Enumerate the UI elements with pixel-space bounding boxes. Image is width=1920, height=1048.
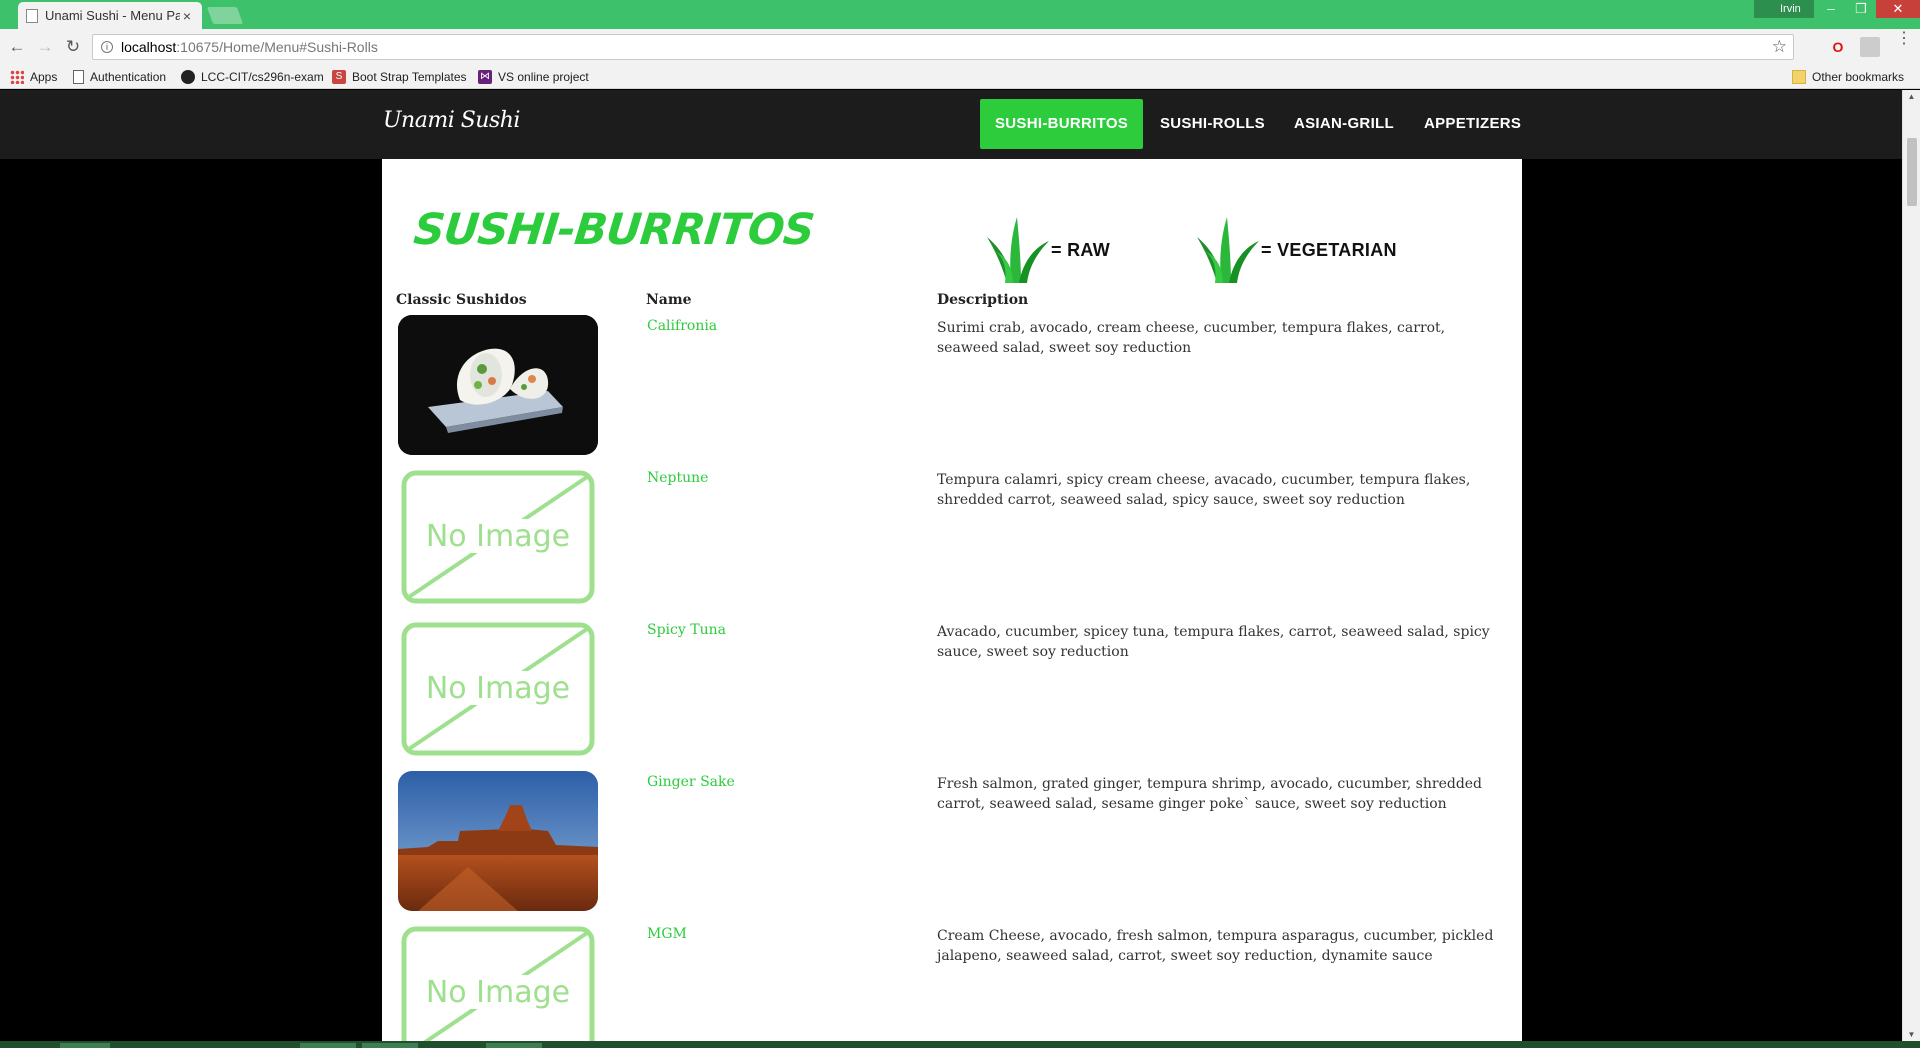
bookmark-label: Authentication	[90, 70, 167, 84]
bookmark-label: Other bookmarks	[1812, 70, 1905, 84]
profile-button[interactable]: Irvin	[1754, 0, 1814, 18]
address-bar[interactable]: i localhost:10675/Home/Menu#Sushi-Rolls …	[92, 34, 1794, 60]
legend-raw: = RAW	[987, 217, 1110, 283]
bookmark-label: Apps	[30, 70, 58, 84]
nav-sushi-burritos[interactable]: SUSHI-BURRITOS	[980, 99, 1144, 149]
scroll-down-icon[interactable]: ▼	[1903, 1030, 1920, 1039]
menu-panel: SUSHI-BURRITOS = RAW = VEGETARIAN Classi…	[382, 159, 1522, 1041]
bookmarks-bar: Apps Authentication LCC-CIT/cs296n-exam …	[0, 65, 1920, 89]
nav-sushi-rolls[interactable]: SUSHI-ROLLS	[1145, 99, 1280, 149]
section-heading: SUSHI-BURRITOS	[411, 205, 817, 255]
menu-item-row: Califronia Surimi crab, avocado, cream c…	[382, 315, 1522, 467]
bookmark-authentication[interactable]: Authentication	[73, 65, 166, 89]
scroll-up-icon[interactable]: ▲	[1903, 92, 1920, 101]
opera-extension-icon[interactable]: O	[1828, 37, 1848, 57]
menu-item-row: No Image Neptune Tempura calamri, spicy …	[382, 467, 1522, 619]
visual-studio-icon: ⋈	[478, 70, 492, 84]
item-description: Avacado, cucumber, spicey tuna, tempura …	[937, 624, 1490, 660]
os-taskbar	[0, 1041, 1920, 1048]
item-description: Tempura calamri, spicy cream cheese, ava…	[937, 472, 1471, 508]
item-name[interactable]: Neptune	[647, 470, 708, 486]
browser-window: { "browser": { "tab_title": "Unami Sushi…	[0, 0, 1920, 1048]
bookmark-star-icon[interactable]: ☆	[1772, 35, 1787, 59]
no-image-placeholder: No Image	[398, 467, 598, 607]
column-header-name: Name	[646, 292, 692, 308]
bookmark-vs-online[interactable]: ⋈ VS online project	[478, 65, 589, 89]
bootstrap-icon: S	[332, 70, 346, 84]
tab-close-icon[interactable]: ×	[180, 8, 194, 24]
browser-toolbar: ← → ↻ i localhost:10675/Home/Menu#Sushi-…	[0, 29, 1920, 65]
title-bar: Unami Sushi - Menu Pag × Irvin – ❐ ✕	[0, 0, 1920, 29]
apps-icon	[10, 70, 24, 84]
item-name[interactable]: Ginger Sake	[647, 774, 735, 790]
scrollbar-thumb[interactable]	[1907, 138, 1917, 206]
restore-icon[interactable]: ❐	[1846, 0, 1876, 18]
github-icon	[181, 70, 195, 84]
chrome-menu-icon[interactable]: ⋮	[1896, 31, 1912, 47]
column-header-description: Description	[937, 292, 1029, 308]
page-scrollbar[interactable]: ▲ ▼	[1902, 90, 1920, 1041]
taskbar-item[interactable]	[60, 1043, 110, 1048]
legend-raw-label: = RAW	[1051, 240, 1111, 260]
bookmark-label: VS online project	[498, 70, 589, 84]
reload-icon[interactable]: ↻	[63, 38, 83, 56]
desert-mesa-photo	[398, 771, 598, 911]
browser-tab-active[interactable]: Unami Sushi - Menu Pag ×	[18, 2, 202, 29]
item-description: Fresh salmon, grated ginger, tempura shr…	[937, 776, 1483, 812]
no-image-text: No Image	[426, 519, 570, 554]
bookmark-apps[interactable]: Apps	[10, 65, 57, 89]
nav-asian-grill[interactable]: ASIAN-GRILL	[1279, 99, 1409, 149]
menu-item-row: Ginger Sake Fresh salmon, grated ginger,…	[382, 771, 1522, 923]
site-navbar: Unami Sushi SUSHI-BURRITOS SUSHI-ROLLS A…	[0, 90, 1902, 159]
no-image-text: No Image	[426, 975, 570, 1010]
bookmark-label: LCC-CIT/cs296n-exam	[201, 70, 324, 84]
url-path: :10675/Home/Menu#Sushi-Rolls	[176, 39, 378, 55]
grass-icon	[987, 217, 1049, 283]
sushi-burrito-photo	[398, 315, 598, 455]
taskbar-item[interactable]	[300, 1043, 356, 1048]
close-window-icon[interactable]: ✕	[1876, 0, 1920, 18]
info-icon[interactable]: i	[101, 41, 113, 53]
folder-icon	[1792, 70, 1806, 84]
no-image-text: No Image	[426, 671, 570, 706]
forward-icon[interactable]: →	[35, 38, 55, 56]
taskbar-item[interactable]	[362, 1043, 418, 1048]
page-icon	[73, 70, 84, 84]
back-icon[interactable]: ←	[7, 38, 27, 56]
pdf-extension-icon[interactable]	[1860, 37, 1880, 57]
item-name[interactable]: Spicy Tuna	[647, 622, 726, 638]
tab-title: Unami Sushi - Menu Pag	[45, 8, 180, 23]
item-name[interactable]: Califronia	[647, 318, 717, 334]
no-image-placeholder: No Image	[398, 619, 598, 759]
column-header-image: Classic Sushidos	[396, 292, 527, 308]
item-name[interactable]: MGM	[647, 926, 687, 942]
new-tab-button[interactable]	[206, 7, 244, 24]
nav-appetizers[interactable]: APPETIZERS	[1409, 99, 1536, 149]
item-description: Surimi crab, avocado, cream cheese, cucu…	[937, 320, 1446, 356]
bookmark-label: Boot Strap Templates	[352, 70, 467, 84]
legend-vegetarian: = VEGETARIAN	[1197, 217, 1397, 283]
menu-item-row: No Image Spicy Tuna Avacado, cucumber, s…	[382, 619, 1522, 771]
minimize-icon[interactable]: –	[1816, 0, 1846, 18]
legend-vegetarian-label: = VEGETARIAN	[1261, 240, 1397, 260]
site-brand[interactable]: Unami Sushi	[383, 108, 520, 133]
grass-icon	[1197, 217, 1259, 283]
menu-item-row: No Image MGM Cream Cheese, avocado, fres…	[382, 923, 1522, 1041]
taskbar-item[interactable]	[486, 1043, 542, 1048]
bookmark-bootstrap[interactable]: S Boot Strap Templates	[332, 65, 467, 89]
bookmark-github[interactable]: LCC-CIT/cs296n-exam	[181, 65, 324, 89]
item-description: Cream Cheese, avocado, fresh salmon, tem…	[937, 928, 1494, 964]
page-viewport: Unami Sushi SUSHI-BURRITOS SUSHI-ROLLS A…	[0, 90, 1902, 1041]
other-bookmarks[interactable]: Other bookmarks	[1792, 65, 1904, 89]
no-image-placeholder: No Image	[398, 923, 598, 1041]
page-favicon-icon	[26, 8, 38, 23]
url-host: localhost	[121, 39, 177, 55]
